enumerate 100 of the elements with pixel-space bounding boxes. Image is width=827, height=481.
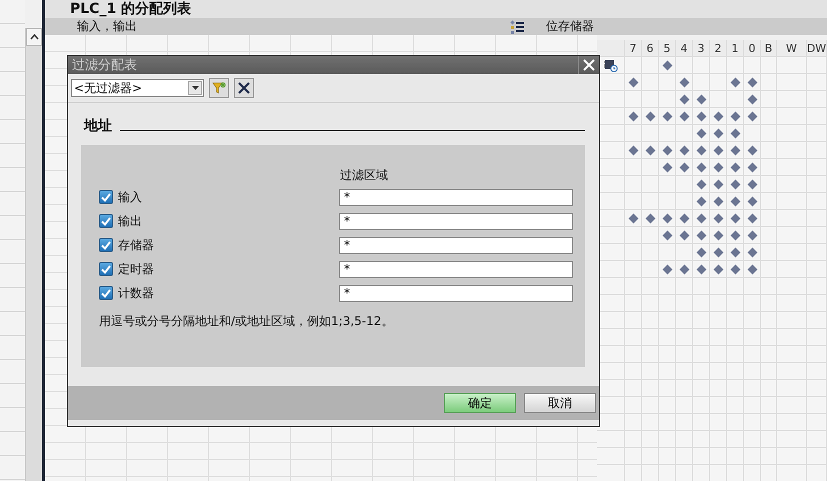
- ok-button[interactable]: 确定: [444, 393, 516, 413]
- table-cell: [642, 363, 659, 380]
- bit-marker: [679, 230, 689, 240]
- checkbox[interactable]: [99, 238, 113, 252]
- table-cell: [625, 295, 642, 312]
- bit-marker: [645, 111, 655, 121]
- column-header: W: [777, 40, 807, 57]
- checkbox[interactable]: [99, 190, 113, 204]
- new-filter-button[interactable]: [209, 78, 229, 98]
- table-cell: [807, 142, 827, 159]
- bit-marker: [696, 196, 706, 206]
- range-field[interactable]: *: [338, 212, 573, 230]
- table-cell: [807, 448, 827, 465]
- table-cell: [807, 91, 827, 108]
- table-cell: [659, 295, 676, 312]
- table-cell: [676, 397, 693, 414]
- table-cell: [693, 329, 710, 346]
- table-cell: [642, 346, 659, 363]
- table-cell: [777, 108, 807, 125]
- dialog-title: 过滤分配表: [71, 57, 137, 74]
- column-header: DW: [807, 40, 827, 57]
- table-cell: [693, 363, 710, 380]
- table-cell: [761, 397, 777, 414]
- bit-marker: [747, 162, 757, 172]
- checkbox[interactable]: [99, 214, 113, 228]
- table-cell: [744, 295, 761, 312]
- table-cell: [710, 448, 727, 465]
- table-cell: [777, 448, 807, 465]
- bit-marker: [662, 162, 672, 172]
- bit-marker: [730, 179, 740, 189]
- table-cell: [693, 397, 710, 414]
- filter-dropdown[interactable]: <无过滤器>: [71, 79, 204, 97]
- table-cell: [727, 295, 744, 312]
- table-cell: [710, 363, 727, 380]
- table-cell: [710, 414, 727, 431]
- table-cell: [676, 380, 693, 397]
- table-cell: [625, 414, 642, 431]
- table-cell: [807, 363, 827, 380]
- checkbox[interactable]: [99, 262, 113, 276]
- bit-marker: [645, 213, 655, 223]
- table-cell: [710, 346, 727, 363]
- bit-marker: [679, 264, 689, 274]
- table-cell: [710, 380, 727, 397]
- bit-marker: [730, 128, 740, 138]
- cancel-button[interactable]: 取消: [524, 393, 596, 413]
- table-cell: [625, 380, 642, 397]
- table-cell: [659, 329, 676, 346]
- table-cell: [642, 278, 659, 295]
- table-cell: [727, 346, 744, 363]
- table-cell: [744, 448, 761, 465]
- bit-marker: [696, 179, 706, 189]
- bit-marker: [679, 77, 689, 87]
- bit-marker: [662, 230, 672, 240]
- table-cell: [807, 329, 827, 346]
- scroll-up-button[interactable]: [26, 28, 42, 46]
- inputs-header: 输入，输出: [77, 18, 138, 35]
- table-cell: [807, 74, 827, 91]
- table-cell: [807, 210, 827, 227]
- range-field[interactable]: *: [338, 188, 573, 206]
- table-cell: [807, 346, 827, 363]
- table-cell: [727, 312, 744, 329]
- table-cell: [642, 312, 659, 329]
- table-cell: [710, 397, 727, 414]
- table-cell: [744, 431, 761, 448]
- bit-marker: [679, 111, 689, 121]
- bit-marker: [628, 213, 638, 223]
- table-cell: [777, 278, 807, 295]
- scrollbar[interactable]: [25, 28, 42, 481]
- table-cell: [777, 329, 807, 346]
- table-cell: [777, 193, 807, 210]
- section-title: 地址: [84, 117, 112, 135]
- bit-marker: [713, 179, 723, 189]
- checkbox[interactable]: [99, 286, 113, 300]
- table-cell: [597, 448, 625, 465]
- table-cell: [625, 431, 642, 448]
- bit-marker: [747, 196, 757, 206]
- delete-filter-button[interactable]: [234, 78, 254, 98]
- bit-marker: [730, 213, 740, 223]
- table-cell: [807, 125, 827, 142]
- table-cell: [744, 414, 761, 431]
- table-cell: [676, 295, 693, 312]
- table-cell: [807, 261, 827, 278]
- table-cell: [777, 431, 807, 448]
- table-cell: [744, 397, 761, 414]
- table-cell: [761, 448, 777, 465]
- column-header: 1: [727, 40, 744, 57]
- table-cell: [625, 448, 642, 465]
- table-cell: [777, 312, 807, 329]
- table-cell: [727, 380, 744, 397]
- table-cell: [625, 397, 642, 414]
- bit-marker: [679, 94, 689, 104]
- table-cell: [625, 312, 642, 329]
- bit-marker: [730, 77, 740, 87]
- range-field[interactable]: *: [338, 260, 573, 278]
- bit-marker: [628, 77, 638, 87]
- list-icon[interactable]: [510, 20, 524, 34]
- bit-marker: [730, 145, 740, 155]
- range-field[interactable]: *: [338, 236, 573, 254]
- table-cell: [659, 414, 676, 431]
- range-field[interactable]: *: [338, 284, 573, 302]
